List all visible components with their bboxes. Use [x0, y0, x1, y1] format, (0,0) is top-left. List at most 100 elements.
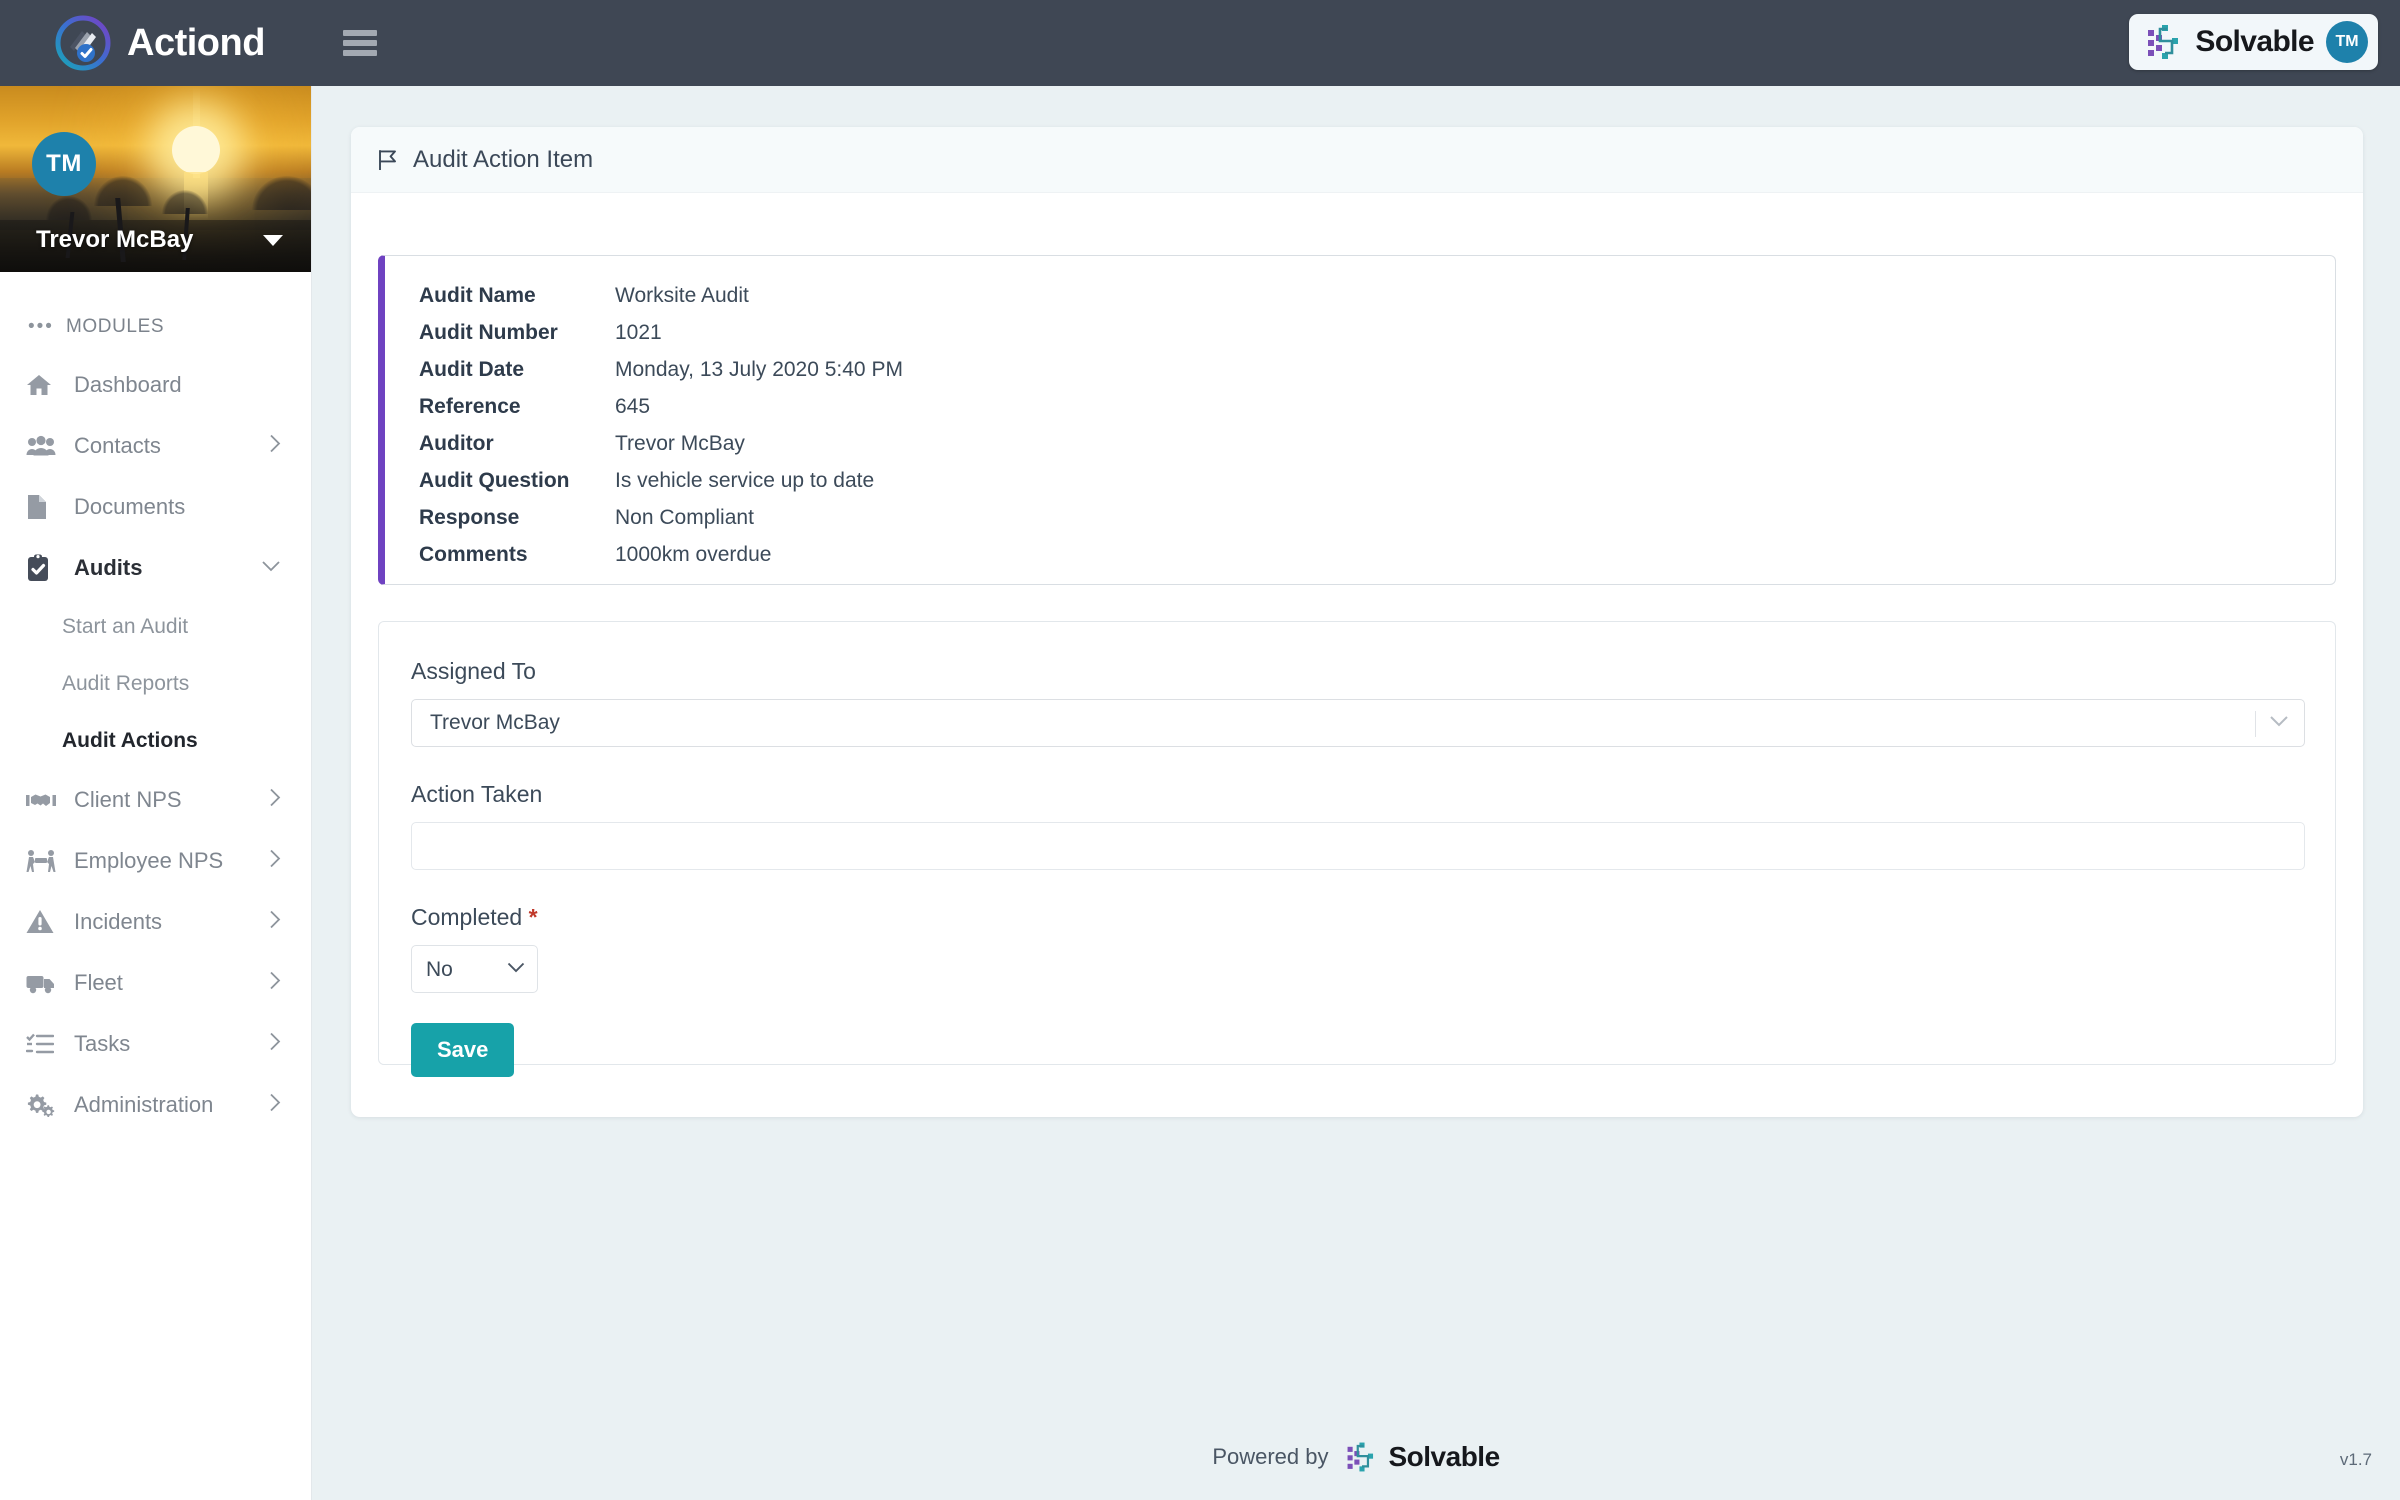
solvable-badge-text: Solvable: [2195, 25, 2314, 58]
hamburger-menu-icon[interactable]: [342, 30, 377, 56]
caret-down-icon[interactable]: [263, 235, 283, 246]
sidebar-item-administration[interactable]: Administration: [0, 1074, 311, 1135]
sidebar-item-label: Documents: [74, 493, 186, 519]
brand[interactable]: Actiond: [55, 15, 265, 71]
brand-name: Actiond: [127, 21, 265, 64]
detail-label: Audit Date: [419, 358, 524, 381]
detail-value: 645: [615, 395, 651, 418]
task-list-icon: [26, 1029, 60, 1059]
chevron-right-icon: [269, 909, 281, 934]
sidebar-item-label: Tasks: [74, 1030, 131, 1056]
panel-header: Audit Action Item: [351, 127, 2363, 193]
save-button[interactable]: Save: [411, 1023, 515, 1077]
select-separator: [2255, 711, 2256, 737]
action-taken-input[interactable]: [411, 822, 2305, 870]
detail-row: Audit Number 1021: [419, 321, 2335, 358]
solvable-tm-chip: TM: [2326, 21, 2368, 63]
sidebar-item-employee-nps[interactable]: Employee NPS: [0, 830, 311, 891]
home-icon: [26, 370, 60, 400]
solvable-network-icon: [1347, 1442, 1373, 1472]
detail-label: Audit Name: [419, 284, 536, 307]
sidebar-item-tasks[interactable]: Tasks: [0, 1013, 311, 1074]
clipboard-check-icon: [26, 553, 60, 583]
chevron-down-icon: [2269, 714, 2289, 732]
chevron-down-icon: [261, 559, 281, 577]
users-icon: [26, 431, 60, 461]
sidebar-item-contacts[interactable]: Contacts: [0, 415, 311, 476]
detail-row: Audit Question Is vehicle service up to …: [419, 469, 2335, 506]
sidebar-item-label: Fleet: [74, 969, 123, 995]
detail-value: 1000km overdue: [615, 543, 772, 566]
detail-row: Response Non Compliant: [419, 506, 2335, 543]
detail-row: Auditor Trevor McBay: [419, 432, 2335, 469]
solvable-badge[interactable]: Solvable TM: [2129, 14, 2378, 70]
sidebar-subitem-label: Start an Audit: [62, 614, 189, 638]
detail-label: Response: [419, 506, 520, 529]
completed-label: Completed *: [411, 904, 2303, 931]
chevron-right-icon: [269, 1092, 281, 1117]
people-carry-icon: [26, 846, 60, 876]
handshake-icon: [26, 785, 60, 815]
sidebar-item-client-nps[interactable]: Client NPS: [0, 769, 311, 830]
audit-detail-card: Audit Name Worksite Audit Audit Number 1…: [378, 255, 2336, 585]
detail-row: Reference 645: [419, 395, 2335, 432]
assigned-to-select[interactable]: Trevor McBay: [411, 699, 2305, 747]
chevron-right-icon: [269, 787, 281, 812]
sidebar: TM Trevor McBay ••• MODULES Dashboard Co…: [0, 86, 312, 1500]
sidebar-subitem-audit-reports[interactable]: Audit Reports: [0, 655, 311, 712]
assigned-to-label: Assigned To: [411, 658, 536, 684]
page-title: Audit Action Item: [413, 145, 594, 173]
footer: Powered by Solvable: [312, 1440, 2400, 1474]
action-taken-label: Action Taken: [411, 781, 543, 807]
solvable-network-icon: [2148, 25, 2179, 59]
detail-value: Non Compliant: [615, 506, 754, 529]
document-icon: [26, 492, 60, 522]
sidebar-item-label: Audits: [74, 554, 143, 580]
chevron-right-icon: [269, 970, 281, 995]
sidebar-item-label: Administration: [74, 1091, 214, 1117]
profile-sun: [172, 126, 220, 174]
hamburger-bar: [342, 50, 377, 56]
completed-select[interactable]: No Yes: [411, 945, 538, 993]
sidebar-profile[interactable]: TM Trevor McBay: [0, 86, 311, 272]
sidebar-item-documents[interactable]: Documents: [0, 476, 311, 537]
sidebar-item-fleet[interactable]: Fleet: [0, 952, 311, 1013]
completed-label-text: Completed: [411, 904, 523, 930]
ellipsis-icon: •••: [28, 316, 54, 337]
sidebar-item-label: Employee NPS: [74, 847, 224, 873]
version-label: v1.7: [2339, 1450, 2372, 1469]
detail-value: 1021: [615, 321, 662, 344]
detail-label: Comments: [419, 543, 528, 566]
sidebar-subitem-label: Audit Reports: [62, 671, 190, 695]
warning-triangle-icon: [26, 907, 60, 937]
avatar: TM: [32, 132, 96, 196]
completed-select-wrap: No Yes: [411, 945, 538, 993]
sidebar-item-dashboard[interactable]: Dashboard: [0, 354, 311, 415]
sidebar-item-audits[interactable]: Audits: [0, 537, 311, 598]
chevron-right-icon: [269, 1031, 281, 1056]
detail-row: Audit Date Monday, 13 July 2020 5:40 PM: [419, 358, 2335, 395]
sidebar-subitem-start-an-audit[interactable]: Start an Audit: [0, 598, 311, 655]
sidebar-section-header: ••• MODULES: [0, 272, 311, 354]
profile-name: Trevor McBay: [36, 226, 194, 253]
audit-action-panel: Audit Action Item Audit Name Worksite Au…: [351, 127, 2363, 1117]
main-content: Audit Action Item Audit Name Worksite Au…: [312, 86, 2400, 1500]
assigned-to-value: Trevor McBay: [430, 711, 560, 734]
sidebar-section-label: MODULES: [65, 316, 165, 337]
sidebar-subitem-audit-actions[interactable]: Audit Actions: [0, 712, 311, 769]
required-marker: *: [528, 904, 538, 930]
sidebar-item-label: Client NPS: [74, 786, 182, 812]
sidebar-item-label: Dashboard: [74, 371, 182, 397]
detail-value: Is vehicle service up to date: [615, 469, 875, 492]
hamburger-bar: [342, 40, 377, 46]
sidebar-subitem-label: Audit Actions: [62, 728, 198, 752]
top-bar: Actiond Solvable TM: [0, 0, 2400, 86]
detail-label: Audit Question: [419, 469, 570, 492]
cogs-icon: [26, 1090, 60, 1120]
detail-value: Trevor McBay: [615, 432, 745, 455]
detail-value: Worksite Audit: [615, 284, 749, 307]
detail-row: Comments 1000km overdue: [419, 543, 2335, 580]
sidebar-item-incidents[interactable]: Incidents: [0, 891, 311, 952]
